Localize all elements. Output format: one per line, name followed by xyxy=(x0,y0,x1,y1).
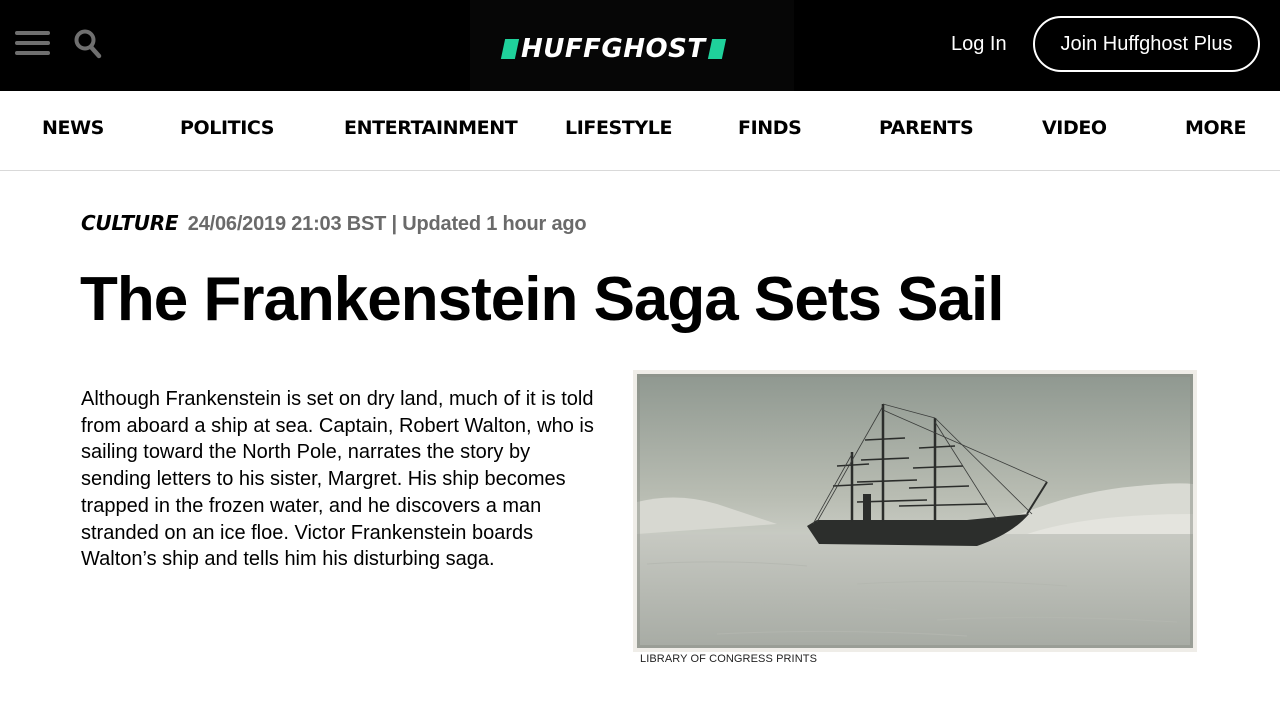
article-body: Although Frankenstein is set on dry land… xyxy=(81,388,594,571)
nav-item-politics[interactable]: POLITICS xyxy=(180,117,274,139)
nav-item-more[interactable]: MORE xyxy=(1185,117,1246,139)
search-icon[interactable] xyxy=(73,28,103,60)
article-timestamp: 24/06/2019 21:03 BST | Updated 1 hour ag… xyxy=(187,213,587,235)
site-header: HUFFGHOST Log In Join Huffghost Plus xyxy=(0,0,1280,91)
category-link[interactable]: CULTURE xyxy=(81,211,179,235)
image-credit: LIBRARY OF CONGRESS PRINTS xyxy=(640,653,818,665)
article-image xyxy=(633,370,1197,652)
logo-left-bar xyxy=(500,39,520,59)
logo-text: HUFFGHOST xyxy=(521,34,706,64)
logo-right-bar xyxy=(707,39,726,59)
nav-item-parents[interactable]: PARENTS xyxy=(879,117,974,139)
article-title: The Frankenstein Saga Sets Sail xyxy=(80,265,1004,334)
nav-item-finds[interactable]: FINDS xyxy=(738,117,802,139)
article-meta: CULTURE 24/06/2019 21:03 BST | Updated 1… xyxy=(81,211,587,236)
nav-item-lifestyle[interactable]: LIFESTYLE xyxy=(565,117,672,139)
site-logo[interactable]: HUFFGHOST xyxy=(500,34,726,64)
section-nav: NEWS POLITICS ENTERTAINMENT LIFESTYLE FI… xyxy=(0,91,1280,171)
join-plus-button[interactable]: Join Huffghost Plus xyxy=(1033,16,1260,72)
hamburger-menu-icon[interactable] xyxy=(15,29,50,57)
login-link[interactable]: Log In xyxy=(951,31,1007,57)
nav-item-video[interactable]: VIDEO xyxy=(1042,117,1107,139)
nav-item-entertainment[interactable]: ENTERTAINMENT xyxy=(344,117,518,139)
nav-item-news[interactable]: NEWS xyxy=(42,117,104,139)
ship-in-ice-photo xyxy=(637,374,1193,648)
